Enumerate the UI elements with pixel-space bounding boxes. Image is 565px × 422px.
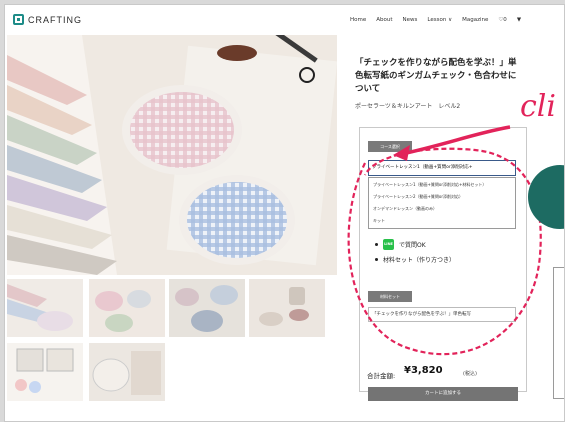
feature-material-set: 材料セット（作り方つき）: [375, 255, 455, 264]
nav-lesson[interactable]: Lesson ∨: [427, 17, 452, 23]
feature-line-label: で質問OK: [399, 242, 426, 249]
site-header: CRAFTING Home About News Lesson ∨ Magazi…: [5, 5, 564, 33]
thumbnail-4-image: [249, 279, 325, 337]
tax-note: (税込): [463, 371, 477, 377]
course-option-1[interactable]: プライベートレッスン1（動画+質問or添削対応+材料セット）: [373, 182, 486, 188]
nav-home[interactable]: Home: [350, 17, 366, 23]
course-option-4[interactable]: キット: [373, 218, 385, 224]
thumbnail-3[interactable]: [169, 279, 245, 337]
bullet-icon: [375, 258, 378, 261]
page-frame: CRAFTING Home About News Lesson ∨ Magazi…: [4, 4, 565, 422]
brand-name: CRAFTING: [28, 14, 82, 25]
course-option-3[interactable]: オンデマンドレッスン（動画のみ）: [373, 206, 437, 212]
logo[interactable]: CRAFTING: [13, 14, 82, 25]
thumbnail-1[interactable]: [7, 279, 83, 337]
thumbnail-1-image: [7, 279, 83, 337]
line-icon: LINE: [383, 239, 394, 250]
side-panel: [553, 267, 564, 399]
cart-icon[interactable]: ▼: [517, 17, 521, 23]
thumbnail-5[interactable]: [7, 343, 83, 401]
total-price: ¥3,820: [404, 365, 443, 376]
course-dropdown[interactable]: プライベートレッスン1（動画+質問or添削対応+: [368, 160, 516, 176]
product-category: ポーセラーツ＆キルンアート レベル2: [355, 103, 461, 110]
annotation-text: cli: [520, 89, 556, 124]
bullet-icon: [375, 243, 378, 246]
material-set-select[interactable]: 「チェックを作りながら配色を学ぶ！」単色転写: [368, 307, 516, 322]
product-title: 「チェックを作りながら配色を学ぶ！」単色転写紙のギンガムチェック・色合わせについ…: [355, 58, 517, 94]
nav-news[interactable]: News: [403, 17, 418, 23]
course-select-label: コース選択: [368, 141, 412, 152]
total-label: 合計金額:: [367, 372, 396, 380]
decorative-teal-circle: [528, 165, 564, 229]
thumbnail-3-image: [169, 279, 245, 337]
course-option-list: プライベートレッスン1（動画+質問or添削対応+材料セット） プライベートレッス…: [368, 177, 516, 229]
thumbnail-2[interactable]: [89, 279, 165, 337]
main-nav: Home About News Lesson ∨ Magazine ♡0 ▼: [350, 17, 521, 23]
feature-line-question: LINE で質問OK: [375, 239, 426, 250]
feature-material-label: 材料セット（作り方つき）: [383, 257, 456, 264]
product-photo-illustration: [7, 35, 337, 275]
thumbnail-4[interactable]: [249, 279, 325, 337]
thumbnail-6[interactable]: [89, 343, 165, 401]
material-set-label: 材料セット: [368, 291, 412, 302]
thumbnail-5-image: [7, 343, 83, 401]
thumbnail-2-image: [89, 279, 165, 337]
course-option-2[interactable]: プライベートレッスン2（動画+質問or添削対応）: [373, 194, 463, 200]
logo-icon: [13, 14, 24, 25]
add-to-cart-button[interactable]: カートに追加する: [368, 387, 518, 401]
nav-magazine[interactable]: Magazine: [462, 17, 488, 23]
thumbnail-6-image: [89, 343, 165, 401]
product-main-image[interactable]: [7, 35, 337, 275]
favorites-icon[interactable]: ♡0: [498, 17, 506, 23]
nav-about[interactable]: About: [376, 17, 392, 23]
